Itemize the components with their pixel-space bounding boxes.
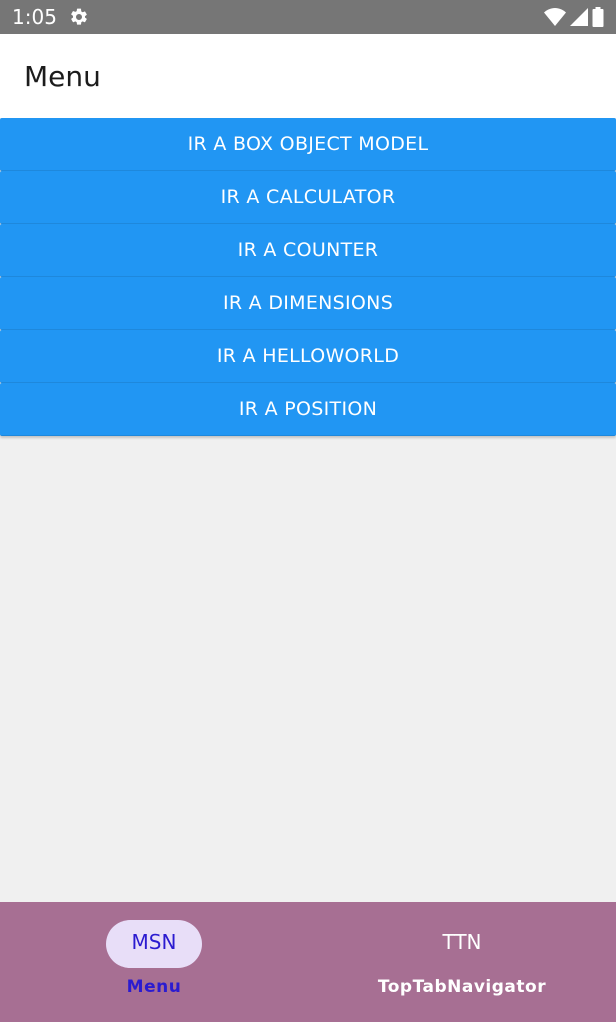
- helloworld-button[interactable]: IR A HELLOWORLD: [0, 330, 616, 383]
- wifi-icon: [544, 8, 566, 26]
- cell-signal-icon: [570, 8, 588, 26]
- tab-menu-label: Menu: [126, 977, 182, 997]
- status-bar: 1:05: [0, 0, 616, 34]
- tab-top-tab-navigator-label: TopTabNavigator: [377, 977, 547, 997]
- app-bar: Menu: [0, 34, 616, 118]
- box-object-model-button[interactable]: IR A BOX OBJECT MODEL: [0, 118, 616, 171]
- tab-menu[interactable]: MSN Menu: [0, 902, 308, 1022]
- calculator-button[interactable]: IR A CALCULATOR: [0, 171, 616, 224]
- status-indicators: [544, 6, 604, 28]
- dimensions-button[interactable]: IR A DIMENSIONS: [0, 277, 616, 330]
- position-button[interactable]: IR A POSITION: [0, 383, 616, 436]
- status-time: 1:05: [12, 5, 57, 29]
- battery-icon: [592, 7, 604, 27]
- tab-top-tab-navigator-icon: TTN: [442, 930, 482, 954]
- tab-menu-icon: MSN: [131, 930, 177, 954]
- page-title: Menu: [24, 60, 101, 93]
- counter-button[interactable]: IR A COUNTER: [0, 224, 616, 277]
- settings-gear-icon: [69, 7, 89, 27]
- bottom-tab-bar: MSN Menu TTN TopTabNavigator: [0, 902, 616, 1022]
- tab-top-tab-navigator[interactable]: TTN TopTabNavigator: [308, 902, 616, 1022]
- menu-button-list: IR A BOX OBJECT MODEL IR A CALCULATOR IR…: [0, 118, 616, 436]
